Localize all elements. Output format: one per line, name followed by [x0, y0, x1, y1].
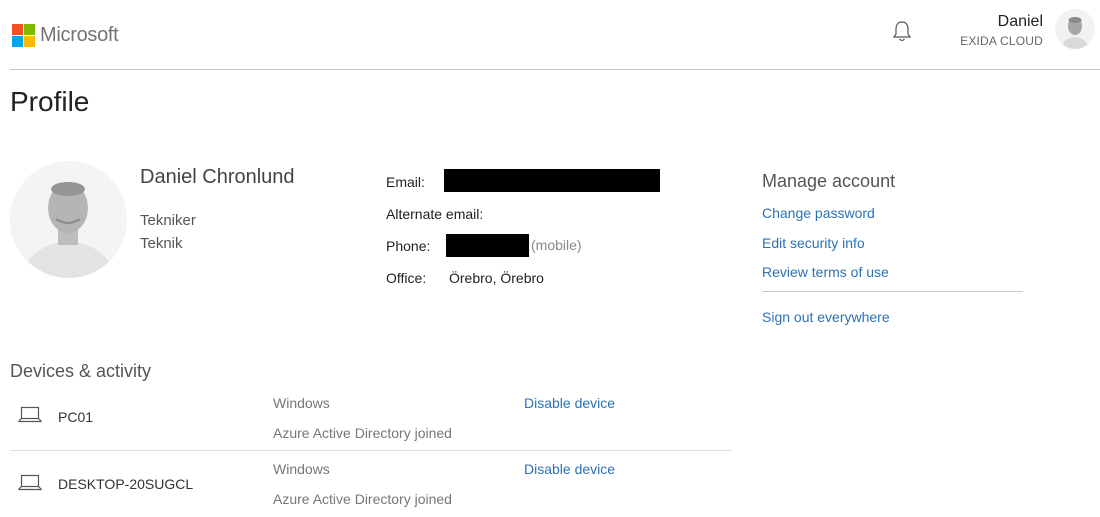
device-join-type: Azure Active Directory joined	[273, 491, 452, 507]
device-row: DESKTOP-20SUGCL Windows Azure Active Dir…	[10, 450, 732, 517]
laptop-icon	[18, 406, 42, 423]
sign-out-everywhere-link[interactable]: Sign out everywhere	[762, 309, 890, 325]
device-os: Windows	[273, 395, 330, 411]
office-label: Office:	[386, 270, 427, 286]
laptop-icon	[18, 474, 42, 491]
device-name: DESKTOP-20SUGCL	[58, 476, 194, 492]
manage-account-heading: Manage account	[762, 171, 896, 191]
change-password-link[interactable]: Change password	[762, 205, 875, 221]
edit-security-info-link[interactable]: Edit security info	[762, 235, 865, 251]
profile-full-name: Daniel Chronlund	[140, 166, 295, 188]
email-label: Email:	[386, 174, 425, 190]
top-header: Microsoft Daniel EXIDA CLOUD	[0, 0, 1100, 70]
microsoft-logo[interactable]: Microsoft	[12, 24, 119, 47]
phone-redaction	[446, 234, 529, 257]
device-name: PC01	[58, 409, 94, 425]
bell-icon[interactable]	[891, 19, 913, 43]
brand-name: Microsoft	[40, 24, 119, 46]
user-organization: EXIDA CLOUD	[960, 34, 1043, 48]
header-divider	[10, 69, 1100, 70]
avatar[interactable]	[1055, 9, 1095, 49]
account-menu[interactable]: Daniel EXIDA CLOUD	[960, 12, 1043, 50]
user-name: Daniel	[997, 13, 1043, 30]
profile-photo	[10, 161, 127, 278]
profile-department: Teknik	[140, 235, 183, 252]
manage-account-divider	[762, 291, 1023, 292]
email-redaction	[444, 169, 660, 192]
review-terms-link[interactable]: Review terms of use	[762, 264, 889, 280]
phone-label: Phone:	[386, 238, 431, 254]
devices-heading: Devices & activity	[10, 361, 152, 381]
device-os: Windows	[273, 461, 330, 477]
phone-type-note: (mobile)	[531, 237, 582, 253]
page-title: Profile	[10, 86, 90, 117]
office-value: Örebro, Örebro	[449, 270, 544, 286]
alternate-email-label: Alternate email:	[386, 206, 484, 222]
disable-device-link[interactable]: Disable device	[524, 461, 615, 477]
disable-device-link[interactable]: Disable device	[524, 395, 615, 411]
profile-job-title: Tekniker	[140, 212, 196, 229]
device-row: PC01 Windows Azure Active Directory join…	[10, 383, 732, 450]
microsoft-logo-icon	[12, 24, 35, 47]
device-join-type: Azure Active Directory joined	[273, 425, 452, 441]
